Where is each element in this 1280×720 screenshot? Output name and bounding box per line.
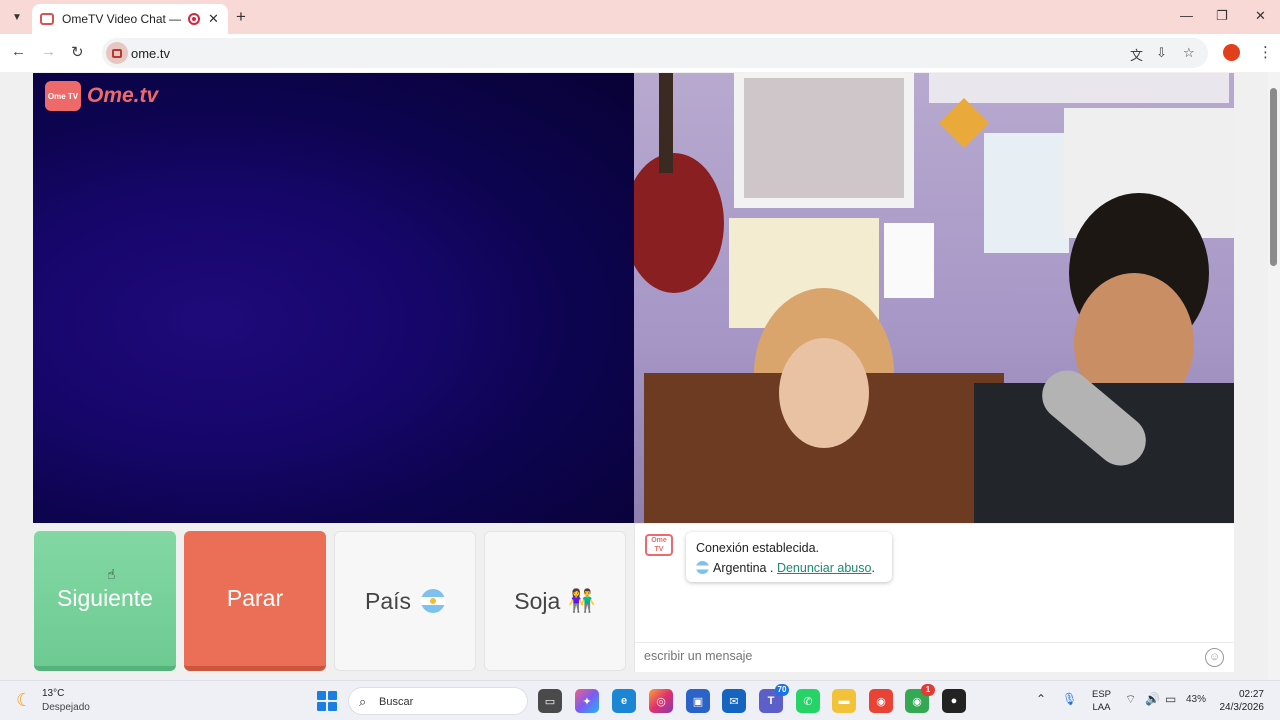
moon-weather-icon[interactable]: ☾: [16, 690, 32, 711]
forward-button[interactable]: →: [41, 43, 56, 60]
chrome-badge: 1: [921, 684, 935, 696]
recording-indicator-icon: [188, 13, 200, 25]
report-abuse-link[interactable]: Denunciar abuso: [777, 561, 872, 575]
emoji-icon[interactable]: ☺: [1205, 648, 1224, 667]
volume-icon[interactable]: 🔊: [1145, 692, 1160, 706]
tab-search-button[interactable]: ▼: [6, 7, 28, 27]
input-language[interactable]: ESP LAA: [1092, 688, 1111, 714]
logo-text: Ome.tv: [87, 84, 159, 107]
search-placeholder: Buscar: [379, 696, 414, 708]
next-button[interactable]: Siguiente: [34, 531, 176, 671]
teams-badge: 70: [775, 684, 789, 696]
search-icon: ⌕: [359, 694, 367, 709]
profile-avatar[interactable]: [1223, 44, 1240, 61]
tab-strip: ▼ OmeTV Video Chat — Alterr ✕ + — ❐ ✕: [0, 0, 1280, 34]
partner-country: Argentina: [713, 561, 767, 575]
outlook-icon[interactable]: ✉: [722, 689, 746, 713]
file-explorer-icon[interactable]: ▬: [832, 689, 856, 713]
whatsapp-icon[interactable]: ✆: [796, 689, 820, 713]
address-bar[interactable]: ome.tv 文 ⇩ ☆: [102, 38, 1208, 68]
copilot-icon[interactable]: ✦: [575, 689, 599, 713]
browser-tab[interactable]: OmeTV Video Chat — Alterr ✕: [32, 4, 228, 34]
chat-message-input[interactable]: [644, 649, 1184, 663]
layout-code: LAA: [1092, 702, 1111, 713]
site-info-icon[interactable]: [106, 42, 128, 64]
back-button[interactable]: ←: [11, 43, 26, 60]
restore-button[interactable]: ❐: [1216, 8, 1228, 24]
taskbar-search[interactable]: ⌕ Buscar: [348, 687, 528, 715]
battery-percent[interactable]: 43%: [1186, 694, 1206, 705]
chat-input-row: ☺: [635, 642, 1235, 672]
start-button[interactable]: [317, 691, 337, 711]
clock-date: 24/3/2026: [1219, 702, 1265, 713]
weather-description[interactable]: Despejado: [42, 702, 90, 713]
country-button-label: País: [364, 587, 412, 614]
scrollbar-thumb[interactable]: [1270, 88, 1277, 266]
microphone-icon[interactable]: 🎙: [1062, 692, 1077, 706]
chrome-active-icon[interactable]: ◉ 1: [905, 684, 935, 713]
report-suffix: .: [871, 561, 875, 575]
remote-video: [634, 73, 1234, 523]
edge-icon[interactable]: e: [612, 689, 636, 713]
page-content: Ome TV Ome.tv Siguiente Parar País Soja …: [0, 72, 1280, 680]
close-tab-icon[interactable]: ✕: [208, 11, 219, 27]
page-scrollbar[interactable]: [1268, 72, 1280, 680]
next-button-label: Siguiente: [57, 585, 153, 611]
stop-button-label: Parar: [226, 585, 284, 611]
ometv-logo: Ome TV Ome.tv: [45, 81, 158, 111]
wifi-icon[interactable]: ⌔: [1125, 692, 1136, 707]
close-window-button[interactable]: ✕: [1255, 8, 1266, 24]
battery-icon[interactable]: ▭: [1165, 692, 1176, 706]
translate-icon[interactable]: 文: [1130, 45, 1143, 64]
install-app-icon[interactable]: ⇩: [1156, 45, 1167, 61]
stop-button[interactable]: Parar: [184, 531, 326, 671]
remote-video-scene: [634, 73, 1234, 523]
app-icon[interactable]: ●: [942, 689, 966, 713]
partner-country-line: Argentina . Denunciar abuso.: [696, 558, 882, 578]
menu-icon[interactable]: ⋮: [1258, 43, 1273, 61]
clock[interactable]: 02:27 24/3/2026: [1218, 688, 1265, 714]
browser-toolbar: ← → ↻ ome.tv 文 ⇩ ☆ ⋮: [0, 34, 1280, 72]
weather-temperature[interactable]: 13°C: [42, 688, 64, 699]
teams-icon[interactable]: T 70: [759, 684, 789, 713]
connection-status: Conexión establecida.: [696, 541, 819, 555]
argentina-flag-icon: [696, 561, 709, 574]
gender-button-label: Soja: [514, 587, 561, 614]
logo-tv-icon: Ome TV: [45, 81, 81, 111]
language-code: ESP: [1092, 689, 1112, 700]
tab-title: OmeTV Video Chat — Alterr: [62, 12, 184, 26]
gender-filter-button[interactable]: Soja 👫: [484, 531, 626, 671]
country-filter-button[interactable]: País: [334, 531, 476, 671]
instagram-icon[interactable]: ◎: [649, 689, 673, 713]
bookmark-star-icon[interactable]: ☆: [1183, 45, 1195, 61]
couple-icon: 👫: [568, 588, 596, 613]
site-favicon-icon: [40, 13, 54, 25]
url-text[interactable]: ome.tv: [131, 46, 170, 61]
windows-taskbar: ☾ 13°C Despejado ⌕ Buscar ▭ ✦ e ◎ ▣ ✉ T …: [0, 680, 1280, 720]
chrome-icon[interactable]: ◉: [869, 689, 893, 713]
task-view-icon[interactable]: ▭: [538, 689, 562, 713]
ometv-avatar-icon: Ome TV: [645, 534, 673, 556]
chat-panel: Ome TV Conexión establecida. Argentina .…: [634, 524, 1235, 672]
separator-text: .: [766, 561, 777, 575]
store-icon[interactable]: ▣: [686, 689, 710, 713]
new-tab-button[interactable]: +: [236, 7, 246, 27]
local-video: Ome TV Ome.tv: [33, 73, 634, 523]
clock-time: 02:27: [1238, 689, 1264, 700]
minimize-button[interactable]: —: [1180, 8, 1193, 23]
show-hidden-icons[interactable]: ⌃: [1036, 692, 1046, 706]
argentina-flag-icon: [421, 589, 446, 613]
hand-cursor-icon: ☝: [107, 566, 116, 582]
reload-button[interactable]: ↻: [71, 43, 84, 61]
system-message: Conexión establecida. Argentina . Denunc…: [686, 532, 892, 582]
